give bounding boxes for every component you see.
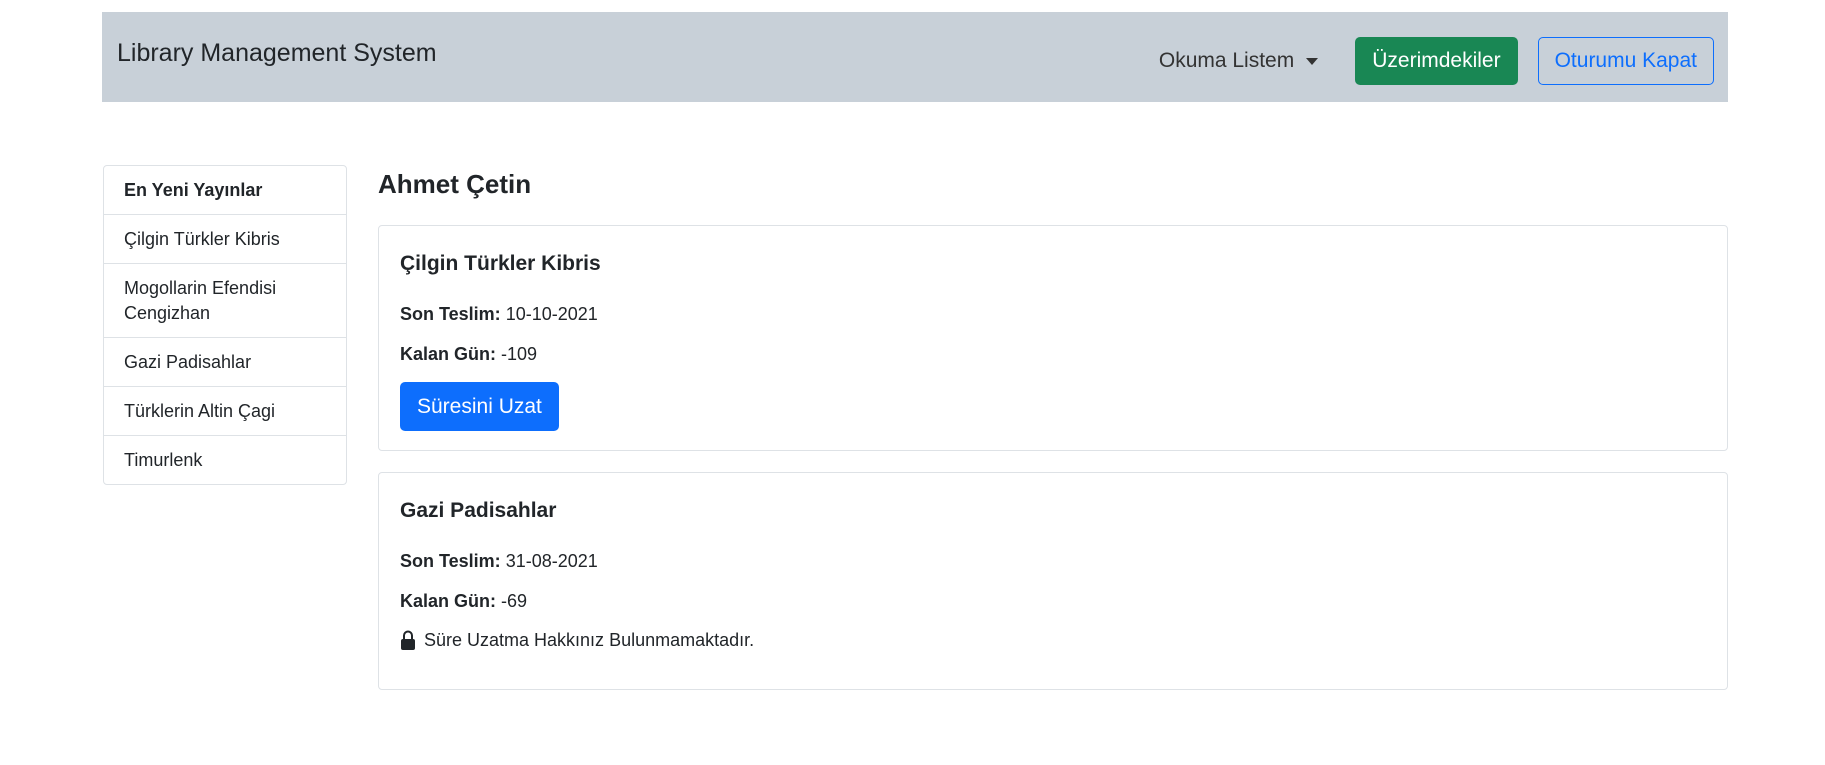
loan-card: Gazi Padisahlar Son Teslim: 31-08-2021 K… [378, 472, 1728, 690]
user-name-heading: Ahmet Çetin [378, 169, 532, 199]
book-title: Çilgin Türkler Kibris [400, 252, 601, 275]
sidebar-item-book[interactable]: Çilgin Türkler Kibris [104, 214, 346, 263]
logout-button[interactable]: Oturumu Kapat [1537, 37, 1714, 85]
remaining-days-value: -69 [501, 591, 528, 611]
due-date-label: Son Teslim: [400, 304, 501, 324]
sidebar-title: En Yeni Yayınlar [124, 180, 263, 200]
due-date-row: Son Teslim: 31-08-2021 [400, 551, 598, 572]
navbar-actions: Okuma Listem Üzerimdekiler Oturumu Kapat [1159, 37, 1714, 85]
my-books-button[interactable]: Üzerimdekiler [1355, 37, 1518, 85]
sidebar-item-book[interactable]: Mogollarin Efendisi Cengizhan [104, 263, 346, 337]
caret-down-icon [1306, 57, 1319, 65]
sidebar-item-book[interactable]: Türklerin Altin Çagi [104, 386, 346, 435]
reading-list-label: Okuma Listem [1158, 49, 1295, 72]
book-title: Gazi Padisahlar [400, 499, 557, 522]
lock-icon [400, 629, 416, 651]
remaining-days-label: Kalan Gün: [400, 344, 497, 364]
reading-list-dropdown[interactable]: Okuma Listem [1158, 49, 1319, 73]
remaining-days-row: Kalan Gün: -69 [400, 591, 527, 612]
top-navbar: Library Management System Okuma Listem Ü… [102, 12, 1728, 102]
latest-publications-list: En Yeni Yayınlar Çilgin Türkler Kibris M… [103, 165, 347, 485]
no-extension-text: Süre Uzatma Hakkınız Bulunmamaktadır. [424, 629, 755, 650]
due-date-value: 31-08-2021 [505, 551, 598, 571]
due-date-row: Son Teslim: 10-10-2021 [400, 304, 598, 325]
due-date-value: 10-10-2021 [505, 304, 598, 324]
remaining-days-row: Kalan Gün: -109 [400, 344, 537, 365]
remaining-days-value: -109 [501, 344, 538, 364]
sidebar-item-book[interactable]: Timurlenk [104, 435, 346, 484]
sidebar-item-book[interactable]: Gazi Padisahlar [104, 337, 346, 386]
extend-loan-button[interactable]: Süresini Uzat [400, 382, 559, 431]
remaining-days-label: Kalan Gün: [400, 591, 497, 611]
due-date-label: Son Teslim: [400, 551, 501, 571]
no-extension-notice: Süre Uzatma Hakkınız Bulunmamaktadır. [400, 629, 754, 651]
loan-card: Çilgin Türkler Kibris Son Teslim: 10-10-… [378, 225, 1728, 451]
app-brand[interactable]: Library Management System [117, 39, 437, 68]
